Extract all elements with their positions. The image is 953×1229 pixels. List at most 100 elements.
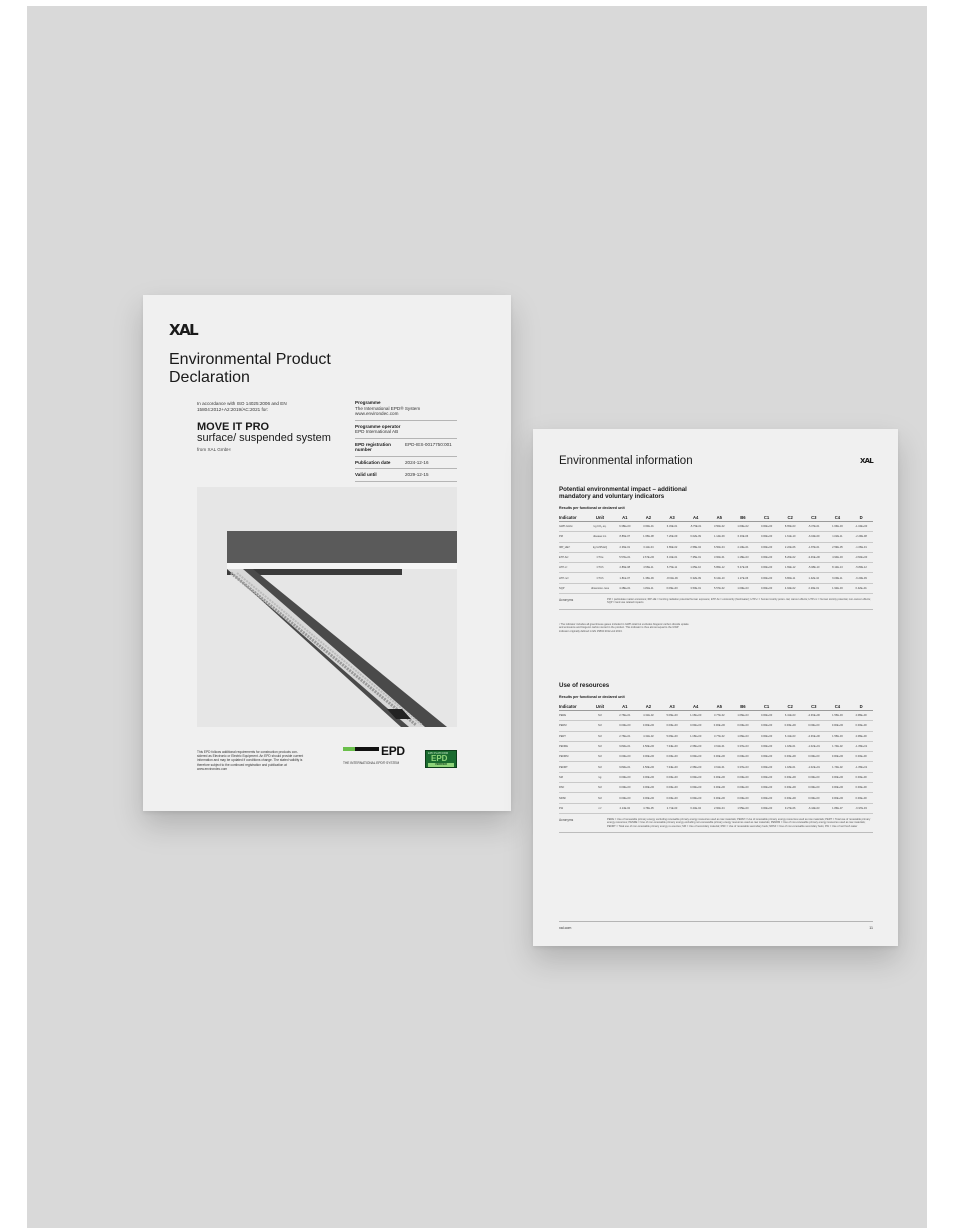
- impact-value-cell: 1.61E-10: [778, 531, 802, 543]
- impact-acronyms-text: PM = particulate matter emissions; IRP-H…: [607, 598, 871, 605]
- resources-value-cell: 0.00E+00: [707, 772, 732, 784]
- impact-value-cell: 8.86E-07: [613, 531, 637, 543]
- resources-table-row: PERT MJ 2.76E+01 4.31E-02 5.06E+00 1.15E+00 3.…: [559, 731, 873, 742]
- impact-column-header: Unit: [587, 513, 613, 522]
- impact-value-cell: -1.66E-01: [849, 542, 873, 553]
- resources-value-cell: 0.00E+00: [778, 751, 802, 763]
- resources-value-cell: 2.71E-03: [660, 803, 684, 814]
- resources-value-cell: 9.82E+01: [613, 741, 637, 753]
- resources-table-row: SM kg 0.00E+00 0.00E+00 0.00E+00 0.00E+00 0.00…: [559, 772, 873, 784]
- impact-column-header: A3: [660, 513, 684, 522]
- resources-unit-cell: MJ: [587, 741, 613, 753]
- resources-value-cell: 4.56E+00: [636, 741, 661, 753]
- resources-value-cell: 0.00E+00: [802, 772, 826, 784]
- resources-table-row: PENRE MJ 9.82E+01 4.56E+00 7.34E+00 2.35E+00 3…: [559, 741, 873, 753]
- resources-value-cell: 0.00E+00: [754, 731, 779, 742]
- impact-value-cell: 1.92E-03: [825, 583, 850, 595]
- resources-indicator-cell: FW: [559, 803, 587, 814]
- epd-cover-page: XAL Environmental Product Declaration In…: [143, 295, 511, 811]
- impact-value-cell: 3.50E-02: [707, 521, 732, 533]
- resources-table: Indicator Unit A1 A2 A3 A4 A5 B6 C1 C2 C3 C4 D PERE M…: [559, 702, 873, 814]
- impact-value-cell: 1.81E-11: [636, 583, 661, 595]
- impact-unit-cell: CTUh: [587, 562, 613, 574]
- impact-value-cell: 7.35E-01: [683, 552, 708, 564]
- impact-column-header: A2: [636, 513, 661, 522]
- verified-badge-strip: VERIFIED: [428, 763, 454, 767]
- impact-value-cell: 4.56E-11: [636, 562, 661, 574]
- resources-value-cell: 4.14E-02: [613, 803, 637, 814]
- resources-value-cell: 0.00E+00: [754, 782, 779, 794]
- resources-value-cell: 0.00E+00: [731, 782, 755, 794]
- resources-value-cell: 2.76E+01: [613, 731, 637, 742]
- footer-url: xal.com: [559, 926, 572, 930]
- resources-value-cell: 0.00E+00: [660, 792, 684, 804]
- impact-value-cell: 1.60E+02: [731, 521, 755, 533]
- resources-value-cell: 1.18E-01: [778, 741, 802, 753]
- resources-table-row: RSF MJ 0.00E+00 0.00E+00 0.00E+00 0.00E+00 0.0…: [559, 782, 873, 794]
- resources-value-cell: 0.00E+00: [825, 720, 850, 732]
- resources-value-cell: -6.44E-03: [802, 803, 826, 814]
- impact-value-cell: 2.58E-04: [683, 542, 708, 553]
- impact-value-cell: -5.37E-01: [802, 521, 826, 533]
- impact-value-cell: 3.60E-01: [636, 521, 661, 533]
- impact-value-cell: 1.81E-07: [613, 572, 637, 584]
- validity-note: This EPD follows additional requirements…: [197, 750, 304, 771]
- resources-value-cell: 0.00E+00: [731, 792, 755, 804]
- impact-unit-cell: disease inc.: [587, 531, 613, 543]
- valid-label: Valid until: [355, 472, 377, 477]
- resources-value-cell: 1.74E-02: [825, 761, 850, 773]
- resources-column-header: C4: [825, 702, 850, 711]
- resources-value-cell: 4.56E+00: [636, 761, 661, 773]
- resources-value-cell: 4.76E-05: [636, 803, 661, 814]
- resources-value-cell: 0.00E+00: [636, 720, 661, 732]
- impact-value-cell: 1.14E-09: [707, 531, 732, 543]
- resources-unit-cell: MJ: [587, 792, 613, 804]
- impact-table-row: HTP-nc² CTUh 1.81E-07 1.35E-09 -8.61E-09 6.32…: [559, 572, 873, 584]
- impact-column-header: Indicator: [559, 513, 587, 522]
- resources-value-cell: 0.00E+00: [636, 751, 661, 763]
- product-block: In accordance with ISO 14025:2006 and EN…: [197, 401, 337, 452]
- impact-value-cell: 6.06E+00: [660, 583, 684, 595]
- resources-value-cell: 0.00E+00: [660, 720, 684, 732]
- resources-value-cell: 2.35E+00: [683, 741, 708, 753]
- impact-value-cell: 6.80E-11: [778, 572, 802, 584]
- impact-value-cell: 0.00E+00: [754, 542, 779, 553]
- page-title: Environmental information: [559, 455, 693, 467]
- resources-value-cell: 0.00E+00: [802, 720, 826, 732]
- resources-value-cell: 0.00E+00: [825, 782, 850, 794]
- xal-logo: XAL: [169, 321, 199, 339]
- environmental-information-page: Environmental information XAL Potential …: [533, 429, 898, 946]
- resources-value-cell: -2.36E+00: [802, 731, 826, 742]
- resources-value-cell: 6.24E-04: [683, 803, 708, 814]
- publication-row: Publication date 2024-12-16: [355, 459, 457, 469]
- impact-value-cell: 3.60E-01: [707, 552, 732, 564]
- resources-value-cell: 1.55E-03: [825, 710, 850, 722]
- impact-indicator-cell: SQP: [559, 583, 587, 595]
- resources-indicator-cell: PERT: [559, 731, 587, 742]
- resources-value-cell: 2.76E+01: [613, 710, 637, 722]
- impact-value-cell: 2.29E-01: [802, 583, 826, 595]
- resources-value-cell: -1.35E+01: [849, 761, 873, 773]
- impact-unit-cell: CTUe: [587, 552, 613, 564]
- epd-bar-icon: [343, 747, 379, 751]
- resources-value-cell: 0.00E+00: [613, 782, 637, 794]
- impact-table-row: HTP-c² CTUh 2.86E-08 4.56E-11 6.75E-11 1.05E-…: [559, 562, 873, 574]
- resources-value-cell: 0.00E+00: [707, 751, 732, 763]
- resources-value-cell: 0.00E+00: [683, 792, 708, 804]
- impact-indicator-cell: GWP-GHG¹: [559, 521, 587, 533]
- resources-value-cell: 0.00E+00: [660, 751, 684, 763]
- impact-table: Indicator Unit A1 A2 A3 A4 A5 B6 C1 C2 C3 C4 D GWP-G…: [559, 513, 873, 595]
- resources-value-cell: 3.77E-02: [707, 710, 732, 722]
- verified-badge-mark: EPD: [431, 754, 448, 763]
- impact-value-cell: -1.34E+00: [849, 521, 873, 533]
- publication-label: Publication date: [355, 459, 391, 465]
- resources-value-cell: 3.61E-01: [707, 761, 732, 773]
- resources-value-cell: 6.41E-03: [778, 710, 802, 722]
- impact-value-cell: 7.26E-09: [660, 531, 684, 543]
- impact-value-cell: 1.05E-10: [683, 562, 708, 574]
- impact-value-cell: 5.57E-02: [707, 583, 732, 595]
- resources-value-cell: 4.08E+00: [849, 731, 873, 742]
- resources-section: Use of resources Results per functional …: [559, 682, 873, 834]
- resources-table-row: FW m³ 4.14E-02 4.76E-05 2.71E-03 6.24E-04 2.60…: [559, 803, 873, 814]
- impact-value-cell: 0.00E+00: [754, 572, 779, 584]
